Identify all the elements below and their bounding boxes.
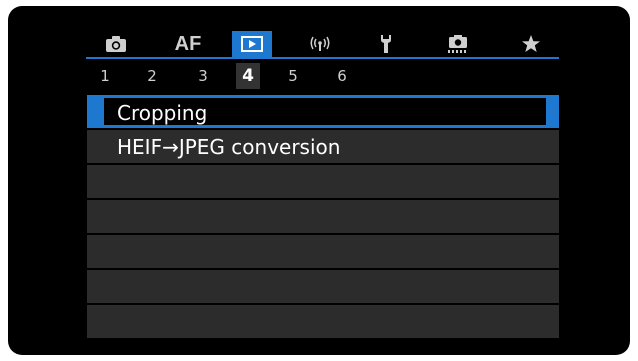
tab-playback[interactable]: [232, 31, 272, 57]
tab-af-label: AF: [174, 32, 202, 55]
menu-item-empty: [87, 200, 559, 233]
star-icon: [521, 34, 541, 54]
menu-item-empty: [87, 165, 559, 198]
page-5[interactable]: 5: [281, 63, 305, 89]
menu-item-label: HEIF→JPEG conversion: [117, 134, 341, 159]
tab-wireless[interactable]: [300, 31, 340, 57]
tab-custom-functions[interactable]: [438, 31, 478, 57]
tab-my-menu[interactable]: [511, 31, 551, 57]
tab-setup[interactable]: [366, 31, 406, 57]
menu-item-cropping[interactable]: Cropping: [87, 95, 559, 128]
menu-item-empty: [87, 305, 559, 338]
menu-list: Cropping HEIF→JPEG conversion: [87, 95, 559, 340]
playback-icon: [241, 36, 263, 52]
custom-functions-icon: [446, 34, 470, 54]
menu-item-empty: [87, 235, 559, 268]
page-selector: 1 2 3 4 5 6: [86, 63, 386, 89]
tab-af[interactable]: AF: [168, 31, 208, 57]
page-3[interactable]: 3: [191, 63, 215, 89]
menu-item-empty: [87, 270, 559, 303]
page-1[interactable]: 1: [93, 63, 117, 89]
page-4[interactable]: 4: [236, 63, 260, 89]
page-6[interactable]: 6: [330, 63, 354, 89]
menu-item-heif-jpeg-conversion[interactable]: HEIF→JPEG conversion: [87, 130, 559, 163]
menu-item-label: Cropping: [117, 101, 208, 125]
camera-icon: [105, 35, 127, 53]
tab-underline: [86, 57, 559, 59]
page-2[interactable]: 2: [140, 63, 164, 89]
camera-menu-screen: AF 1 2 3 4 5 6 Cropping HEIF→JPEG conver…: [8, 6, 630, 355]
tab-shooting[interactable]: [96, 31, 136, 57]
wireless-icon: [309, 35, 331, 53]
wrench-icon: [378, 34, 394, 54]
